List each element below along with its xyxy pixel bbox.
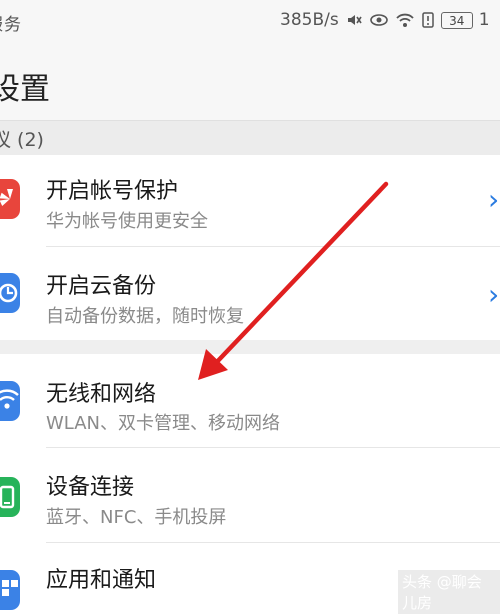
watermark: 头条 @聊会儿房 [398,570,500,614]
red-arrow-annotation [198,181,389,380]
